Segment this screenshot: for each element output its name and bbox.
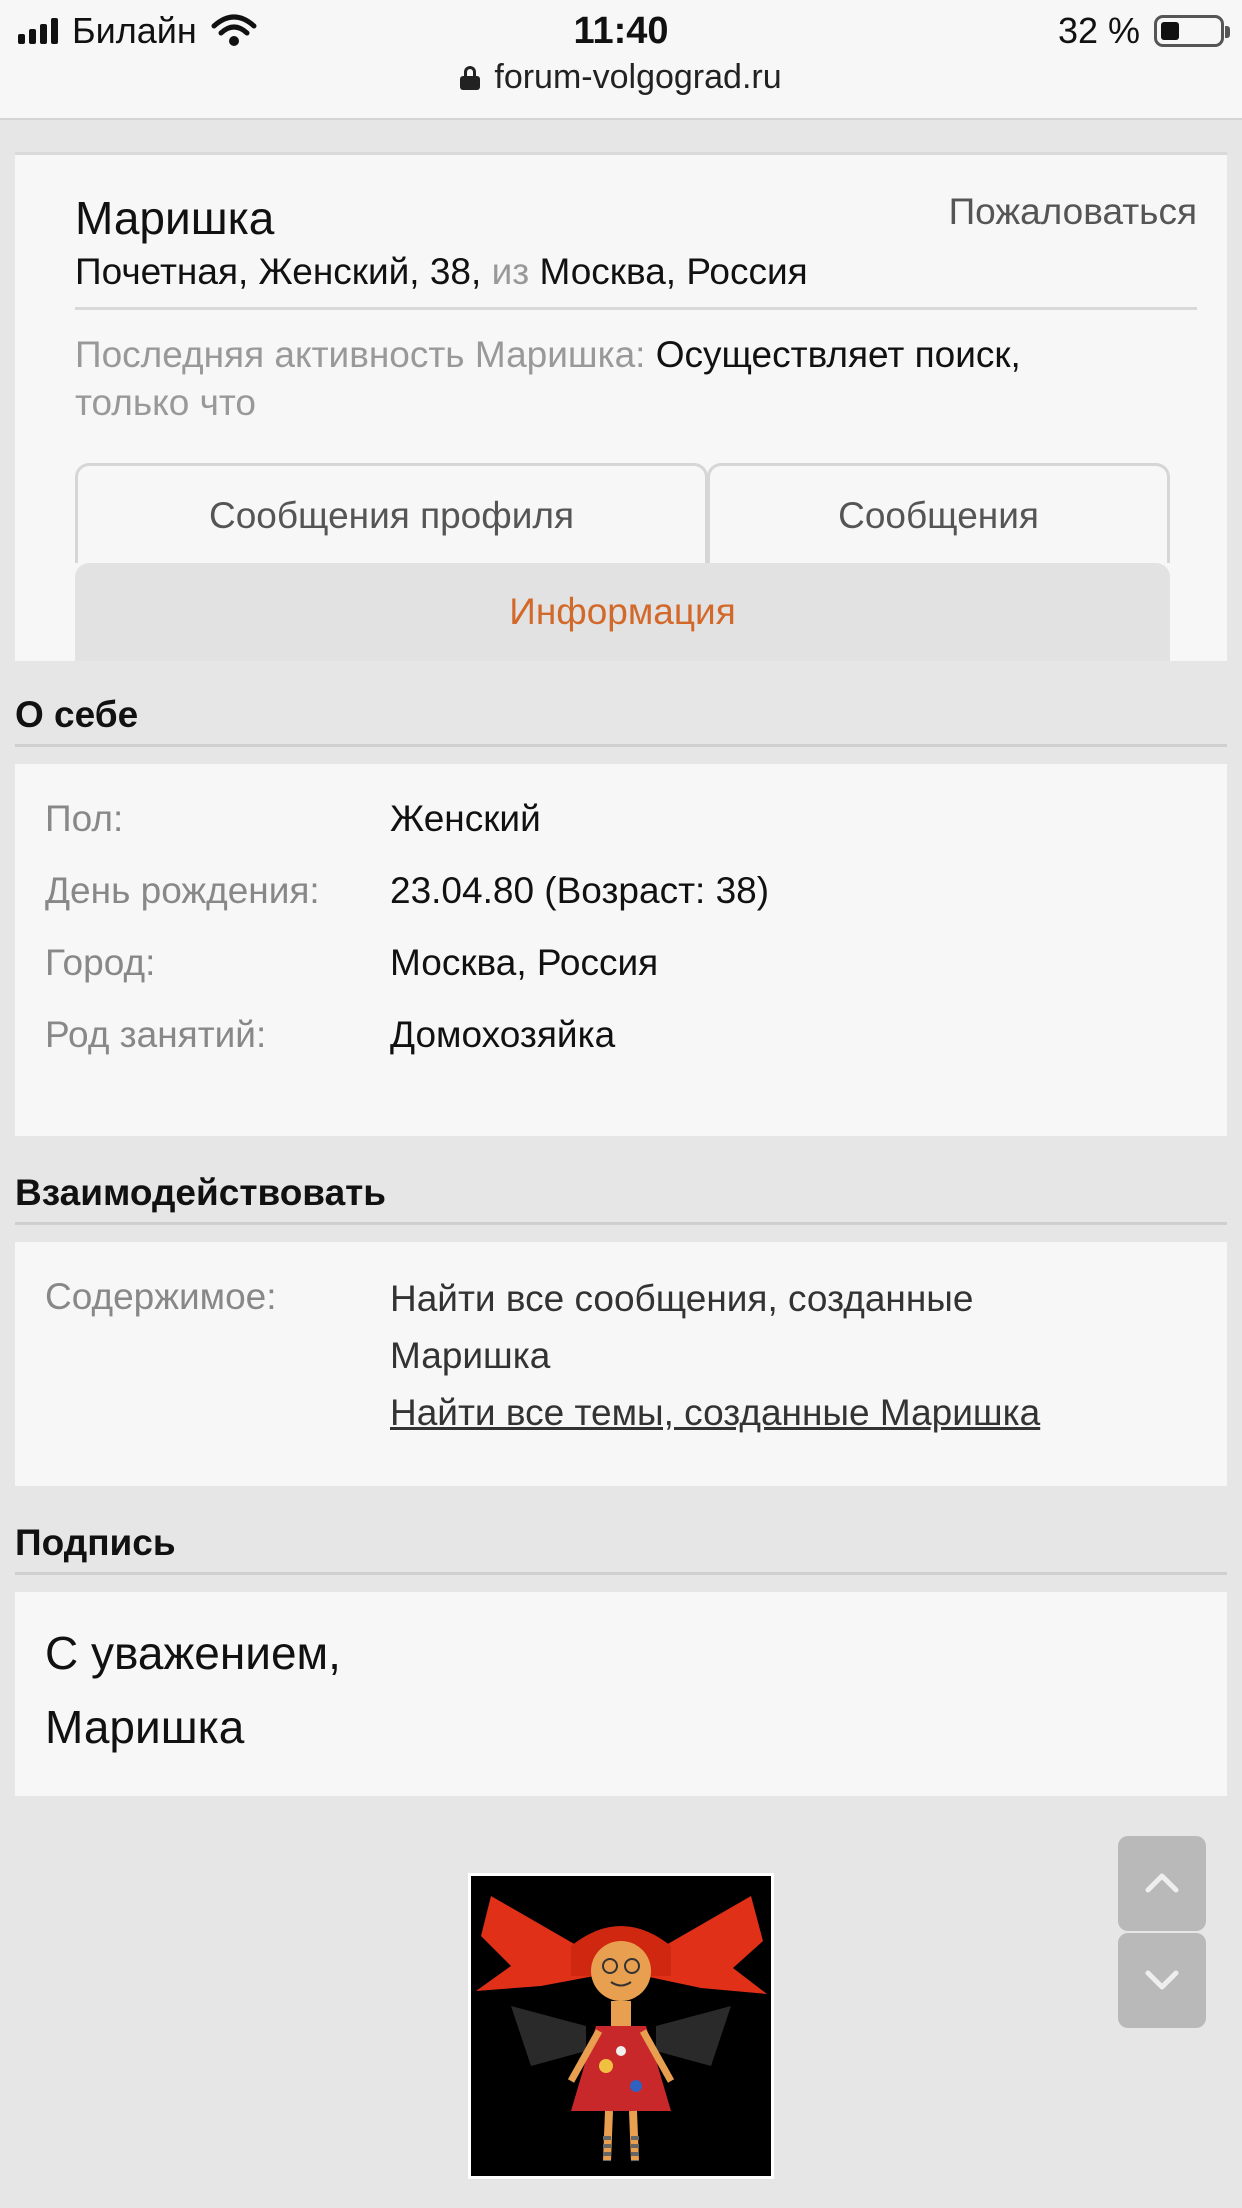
clock: 11:40 [573,10,669,52]
status-bar: Билайн 11:40 32 % forum-volgograd.ru [0,0,1242,120]
about-value: Женский [390,798,541,839]
signature-section-title: Подпись [15,1522,176,1563]
profile-info-from: из [491,251,530,292]
divider [15,744,1227,747]
about-value: Домохозяйка [390,1014,616,1055]
signature-text: С уважением, Маришка [45,1616,341,1764]
battery-icon [1154,15,1230,47]
interact-section-title: Взаимодействовать [15,1172,387,1213]
divider [15,1222,1227,1225]
profile-info: Почетная, Женский, 38, из Москва, Россия [75,251,808,293]
signature-image [468,1873,774,2179]
activity-value: Осуществляет поиск, [655,334,1021,375]
interact-links: Найти все сообщения, созданные Маришка Н… [390,1270,1090,1441]
about-value: 23.04.80 (Возраст: 38) [390,870,770,911]
tab-profile-posts[interactable]: Сообщения профиля [75,463,708,563]
battery-level [1161,22,1179,40]
divider [15,1572,1227,1575]
about-section-title: О себе [15,694,139,735]
about-label: Город: [45,942,156,983]
about-label: Пол: [45,798,124,839]
profile-location-link[interactable]: Москва, Россия [539,251,807,292]
signature-line: Маришка [45,1701,245,1753]
divider [75,307,1197,310]
last-activity: Последняя активность Маришка: Осуществля… [75,331,1107,427]
lock-icon [460,65,481,90]
profile-name: Маришка [75,192,275,244]
signature-box: С уважением, Маришка [15,1592,1227,1796]
about-row-birthday: День рождения: 23.04.80 (Возраст: 38) [45,870,1197,918]
activity-label: Последняя активность Маришка: [75,334,646,375]
url-text: forum-volgograd.ru [494,58,782,96]
signature-line: С уважением, [45,1627,341,1679]
about-row-city: Город: Москва, Россия [45,942,1197,990]
tab-information[interactable]: Информация [75,563,1170,661]
status-right: 32 % [1057,10,1230,52]
about-label: Род занятий: [45,1014,267,1055]
doll-image [471,1876,771,2176]
scroll-up-button[interactable] [1118,1836,1206,1931]
activity-time: только что [75,382,257,423]
tab-messages[interactable]: Сообщения [707,463,1170,563]
interact-box: Содержимое: Найти все сообщения, созданн… [15,1242,1227,1486]
report-link[interactable]: Пожаловаться [949,191,1197,233]
profile-info-main: Почетная, Женский, 38, [75,251,482,292]
battery-percent: 32 % [1057,10,1140,51]
chevron-up-icon [1145,1873,1179,1893]
about-value: Москва, Россия [390,942,659,983]
find-threads-link[interactable]: Найти все темы, созданные Маришка [390,1384,1090,1441]
content-label: Содержимое: [45,1276,277,1317]
about-label: День рождения: [45,870,320,911]
about-row-gender: Пол: Женский [45,798,1197,846]
about-row-occupation: Род занятий: Домохозяйка [45,1014,1197,1062]
find-posts-link[interactable]: Найти все сообщения, созданные Маришка [390,1270,1090,1384]
address-bar[interactable]: forum-volgograd.ru [0,58,1242,97]
profile-header: Маришка Пожаловаться Почетная, Женский, … [15,152,1227,661]
about-box: Пол: Женский День рождения: 23.04.80 (Во… [15,764,1227,1136]
scroll-down-button[interactable] [1118,1933,1206,2028]
chevron-down-icon [1145,1970,1179,1990]
